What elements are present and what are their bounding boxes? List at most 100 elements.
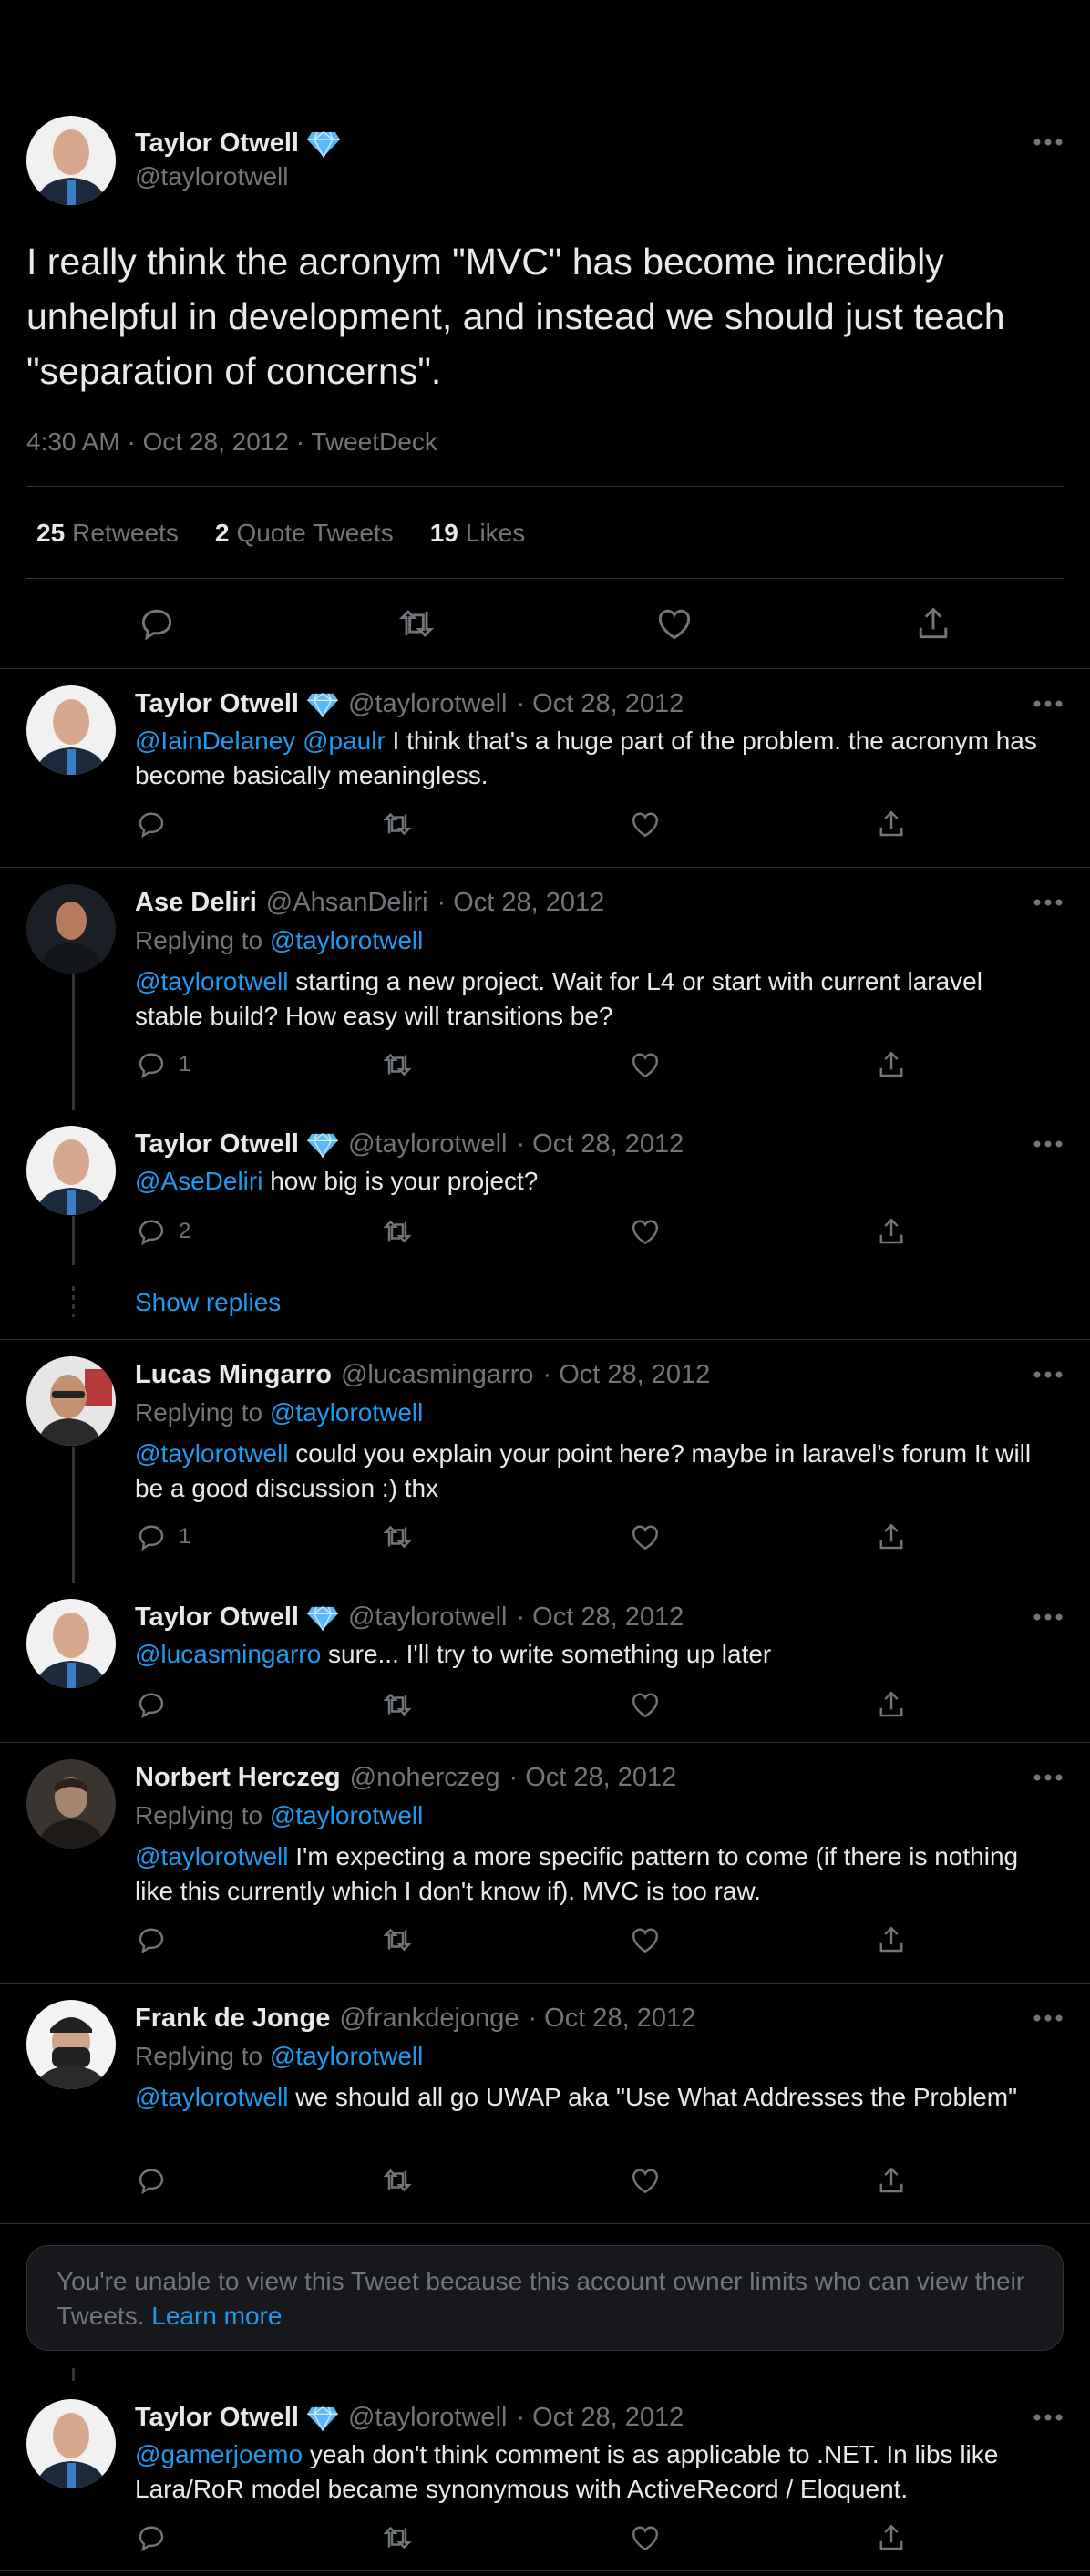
author-name[interactable]: Taylor Otwell [135,689,299,719]
reply-tweet[interactable]: Norbert Herczeg @noherczeg · Oct 28, 201… [0,1743,1090,1984]
share-icon[interactable] [875,808,919,840]
reply-tweet[interactable]: Lucas Mingarro @lucasmingarro · Oct 28, … [0,1340,1090,1582]
like-icon[interactable] [629,1923,673,1956]
reply-icon[interactable]: 1 [135,1520,190,1553]
likes-stat[interactable]: 19 Likes [430,519,526,548]
tweet-timestamp[interactable]: 4:30 AM · Oct 28, 2012 · TweetDeck [26,428,437,457]
share-icon[interactable] [875,2521,919,2554]
avatar[interactable] [26,2399,116,2488]
reply-date[interactable]: · Oct 28, 2012 [516,1129,684,1159]
reply-tweet[interactable]: Frank de Jonge @frankdejonge · Oct 28, 2… [0,1984,1090,2224]
author-handle[interactable]: @taylorotwell [348,2403,508,2433]
author-handle[interactable]: @taylorotwell [348,689,508,719]
reply-icon[interactable] [135,2164,179,2197]
author-name[interactable]: Norbert Herczeg [135,1763,341,1793]
reply-icon[interactable]: 2 [135,1215,190,1248]
author-name[interactable]: Taylor Otwell [135,1602,299,1633]
retweet-icon[interactable] [381,808,425,840]
retweet-icon[interactable] [381,1215,425,1248]
like-icon[interactable] [629,1048,673,1081]
reply-icon[interactable] [135,1923,179,1956]
author-name[interactable]: Frank de Jonge [135,2004,330,2034]
reply-tweet[interactable]: Taylor Otwell @taylorotwell · Oct 28, 20… [0,669,1090,868]
reply-icon[interactable] [135,1688,179,1721]
more-options-icon[interactable] [1032,2408,1064,2427]
share-icon[interactable] [875,2164,919,2197]
reply-date[interactable]: · Oct 28, 2012 [528,2004,695,2034]
more-options-icon[interactable] [1032,2009,1064,2027]
share-icon[interactable] [875,1215,919,1248]
author-name[interactable]: Ase Deliri [135,888,257,918]
reply-icon[interactable] [137,603,177,644]
author-handle[interactable]: @AhsanDeliri [266,888,428,918]
author-handle[interactable]: @taylorotwell [348,1129,508,1159]
share-icon[interactable] [875,1048,919,1081]
like-icon[interactable] [629,1520,673,1553]
retweet-icon[interactable] [381,2164,425,2197]
like-icon[interactable] [629,808,673,840]
retweet-icon[interactable] [396,603,437,644]
replying-to-link[interactable]: @taylorotwell [270,2042,423,2070]
replying-to-link[interactable]: @taylorotwell [270,1398,423,1427]
avatar[interactable] [26,685,116,775]
replying-to-link[interactable]: @taylorotwell [270,926,423,954]
like-icon[interactable] [654,603,694,644]
reply-date[interactable]: · Oct 28, 2012 [509,1763,677,1793]
reply-date[interactable]: · Oct 28, 2012 [516,2403,684,2433]
more-options-icon[interactable] [1032,1365,1064,1384]
mention-link[interactable]: @gamerjoemo [135,2440,303,2468]
mention-link[interactable]: @taylorotwell [135,1842,288,1870]
retweet-icon[interactable] [381,1520,425,1553]
like-icon[interactable] [629,1688,673,1721]
mention-link[interactable]: @IainDelaney @paulr [135,726,386,755]
avatar[interactable] [26,2000,116,2089]
more-options-icon[interactable] [1032,1608,1064,1626]
reply-tweet[interactable]: Ase Deliri @AhsanDeliri · Oct 28, 2012 R… [0,868,1090,1109]
author-handle[interactable]: @taylorotwell [348,1602,508,1633]
avatar[interactable] [26,884,116,974]
share-icon[interactable] [913,603,953,644]
reply-tweet[interactable]: Taylor Otwell @taylorotwell · Oct 28, 20… [0,2383,1090,2571]
author-handle[interactable]: @lucasmingarro [341,1360,534,1390]
mention-link[interactable]: @AseDeliri [135,1167,262,1195]
retweet-icon[interactable] [381,1048,425,1081]
reply-date[interactable]: · Oct 28, 2012 [543,1360,711,1390]
like-icon[interactable] [629,2164,673,2197]
more-options-icon[interactable] [1032,695,1064,713]
author-name[interactable]: Taylor Otwell [135,2403,299,2433]
author-name[interactable]: Taylor Otwell [135,129,341,159]
replying-to-link[interactable]: @taylorotwell [270,1801,423,1829]
quote-tweets-stat[interactable]: 2 Quote Tweets [215,519,394,548]
avatar[interactable] [26,1356,116,1446]
share-icon[interactable] [875,1520,919,1553]
mention-link[interactable]: @taylorotwell [135,967,288,995]
reply-date[interactable]: · Oct 28, 2012 [516,689,684,719]
more-options-icon[interactable] [1032,1135,1064,1153]
author-handle[interactable]: @frankdejonge [339,2004,519,2034]
reply-icon[interactable] [135,808,179,840]
retweet-icon[interactable] [381,1923,425,1956]
avatar[interactable] [26,1599,116,1688]
retweets-stat[interactable]: 25 Retweets [36,519,179,548]
show-replies-link[interactable]: Show replies [135,1288,281,1317]
like-icon[interactable] [629,1215,673,1248]
learn-more-link[interactable]: Learn more [151,2302,282,2330]
reply-tweet[interactable]: Taylor Otwell @taylorotwell · Oct 28, 20… [0,1109,1090,1340]
like-icon[interactable] [629,2521,673,2554]
share-icon[interactable] [875,1688,919,1721]
mention-link[interactable]: @taylorotwell [135,1439,288,1468]
reply-date[interactable]: · Oct 28, 2012 [437,888,605,918]
author-name[interactable]: Taylor Otwell [135,1129,299,1159]
avatar[interactable] [26,1126,116,1215]
share-icon[interactable] [875,1923,919,1956]
mention-link[interactable]: @lucasmingarro [135,1640,321,1668]
reply-date[interactable]: · Oct 28, 2012 [516,1602,684,1633]
retweet-icon[interactable] [381,1688,425,1721]
reply-icon[interactable]: 1 [135,1048,190,1081]
more-options-icon[interactable] [1032,893,1064,912]
avatar[interactable] [26,1759,116,1849]
author-handle[interactable]: @taylorotwell [135,162,288,191]
more-options-icon[interactable] [1032,133,1064,151]
more-options-icon[interactable] [1032,1768,1064,1787]
reply-icon[interactable] [135,2521,179,2554]
